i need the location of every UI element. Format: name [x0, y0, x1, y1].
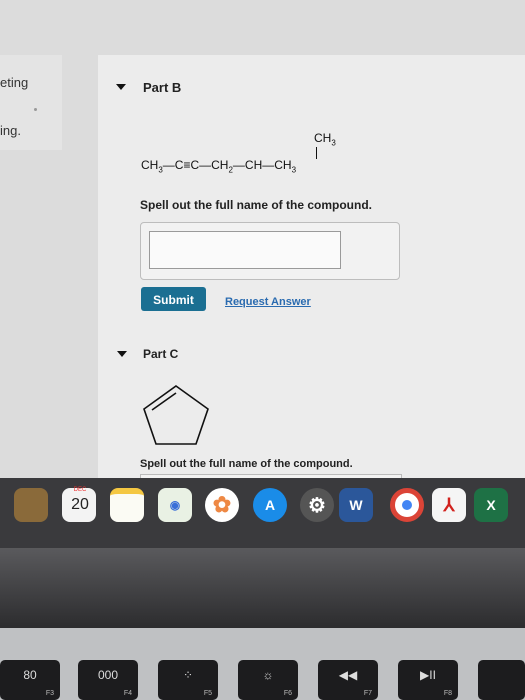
- f9-key[interactable]: [478, 660, 525, 700]
- laptop-bezel: [0, 548, 525, 628]
- f4-key[interactable]: 000 F4: [78, 660, 138, 700]
- part-b-instruction: Spell out the full name of the compound.: [140, 198, 372, 212]
- chrome-app-icon[interactable]: [390, 488, 424, 522]
- formula-main-chain: CH3—C≡C—CH2—CH—CH3: [141, 158, 297, 175]
- answer-container: [140, 222, 400, 280]
- app-store-icon[interactable]: A: [253, 488, 287, 522]
- photos-app-icon[interactable]: ✿: [205, 488, 239, 522]
- answer-input[interactable]: [149, 231, 341, 269]
- part-b-title[interactable]: Part B: [143, 80, 181, 95]
- submit-button[interactable]: Submit: [141, 287, 206, 311]
- word-app-icon[interactable]: W: [339, 488, 373, 522]
- f7-key[interactable]: ◀◀ F7: [318, 660, 378, 700]
- sidebar-text-fragment: ing.: [0, 123, 21, 138]
- f6-key[interactable]: ☼ F6: [238, 660, 298, 700]
- f3-key[interactable]: 80 F3: [0, 660, 60, 700]
- keyboard-backlight-icon: ⁘: [182, 668, 194, 682]
- part-c-title[interactable]: Part C: [143, 347, 178, 361]
- excel-app-icon[interactable]: X: [474, 488, 508, 522]
- cyclopentene-structure: [143, 385, 209, 445]
- contacts-app-icon[interactable]: [14, 488, 48, 522]
- browser-screen: eting ing. Part B CH3 CH3—C≡C—CH2—CH—CH3…: [0, 0, 525, 478]
- request-answer-link[interactable]: Request Answer: [225, 296, 311, 308]
- calendar-day: 20: [71, 496, 89, 513]
- formula-bond-line: [316, 147, 317, 159]
- sidebar-dot: [34, 108, 37, 111]
- keyboard-brightness-icon: ☼: [262, 668, 274, 682]
- ring-outline: [143, 385, 209, 445]
- system-preferences-icon[interactable]: ⚙: [300, 488, 334, 522]
- maps-app-icon[interactable]: ◉: [158, 488, 192, 522]
- f5-key[interactable]: ⁘ F5: [158, 660, 218, 700]
- formula-branch-group: CH3: [314, 131, 336, 148]
- collapse-caret-icon[interactable]: [116, 84, 126, 90]
- collapse-caret-icon[interactable]: [117, 351, 127, 357]
- acrobat-app-icon[interactable]: ⅄: [432, 488, 466, 522]
- sidebar-text-fragment: eting: [0, 75, 29, 90]
- part-c-instruction: Spell out the full name of the compound.: [140, 458, 353, 470]
- notes-app-icon[interactable]: [110, 488, 144, 522]
- calendar-month: DEC: [73, 487, 87, 493]
- f8-key[interactable]: ▶II F8: [398, 660, 458, 700]
